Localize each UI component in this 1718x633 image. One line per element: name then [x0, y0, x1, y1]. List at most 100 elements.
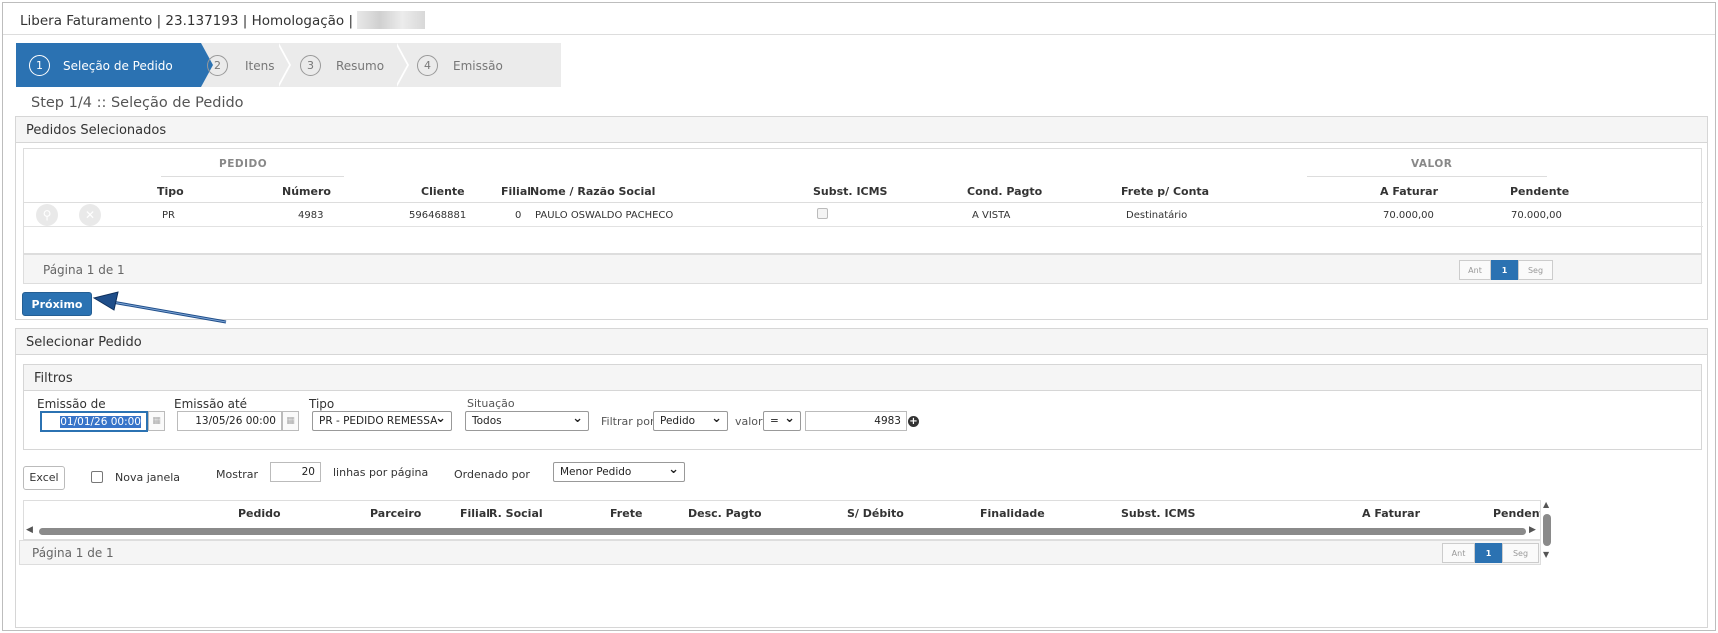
step-number: 3: [300, 55, 321, 76]
linhas-input[interactable]: 20: [270, 462, 321, 482]
vertical-scrollbar[interactable]: ▲ ▼: [1541, 500, 1553, 562]
filters-panel: Filtros Emissão de 01/01/26 00:00 ▦ Emis…: [23, 364, 1702, 450]
cell-nome: PAULO OSWALDO PACHECO: [535, 210, 674, 221]
app-window: Libera Faturamento | 23.137193 | Homolog…: [2, 2, 1716, 631]
col-tipo[interactable]: Tipo: [157, 185, 184, 198]
valor-input[interactable]: 4983: [805, 411, 907, 431]
cell-pendente: 70.000,00: [1511, 210, 1562, 221]
search-icon[interactable]: ⚲: [36, 204, 58, 226]
add-filter-icon[interactable]: +: [908, 416, 919, 427]
step-label: Emissão: [453, 59, 503, 73]
tipo-select[interactable]: PR - PEDIDO REMESSA: [312, 411, 452, 431]
pager: Página 1 de 1 Ant 1 Seg: [23, 254, 1702, 284]
emissao-de-label: Emissão de: [37, 397, 106, 411]
tipo-label: Tipo: [309, 397, 335, 411]
col-filial[interactable]: Filial: [460, 507, 490, 520]
panel-title: Selecionar Pedido: [16, 329, 1707, 355]
calendar-icon[interactable]: ▦: [148, 411, 165, 431]
col-frete[interactable]: Frete: [610, 507, 642, 520]
pager-page-button[interactable]: 1: [1491, 260, 1518, 280]
selected-orders-grid: PEDIDO VALOR Tipo Número Cliente Filial …: [23, 148, 1703, 254]
step-heading: Step 1/4 :: Seleção de Pedido: [31, 95, 244, 111]
scroll-thumb[interactable]: [1543, 514, 1551, 546]
col-pendente[interactable]: Pendente: [1493, 507, 1540, 520]
step-separator-inner: [277, 43, 289, 87]
col-desc-pagto[interactable]: Desc. Pagto: [688, 507, 762, 520]
remove-icon[interactable]: ✕: [79, 204, 101, 226]
col-cond-pagto[interactable]: Cond. Pagto: [967, 185, 1042, 198]
situacao-label: Situação: [467, 397, 515, 410]
step-separator-inner: [395, 43, 407, 87]
table-row[interactable]: ⚲ ✕ PR 4983 596468881 0 PAULO OSWALDO PA…: [24, 203, 1703, 227]
cell-numero: 4983: [298, 210, 324, 221]
annotation-arrow-icon: [92, 291, 227, 324]
subst-icms-checkbox[interactable]: [817, 208, 828, 219]
pager-next-button[interactable]: Seg: [1518, 260, 1553, 280]
pager-prev-button[interactable]: Ant: [1442, 543, 1475, 563]
window-title-bar: Libera Faturamento | 23.137193 | Homolog…: [3, 3, 1715, 35]
orders-grid: Pedido Parceiro Filial R. Social Frete D…: [23, 500, 1541, 540]
col-pendente[interactable]: Pendente: [1510, 185, 1569, 198]
excel-button[interactable]: Excel: [23, 466, 65, 490]
wizard-steps: 1 Seleção de Pedido 2 Itens 3 Resumo 4 E…: [16, 43, 561, 87]
scroll-up-icon[interactable]: ▲: [1543, 500, 1549, 509]
col-filial[interactable]: Filial: [501, 185, 531, 198]
col-a-faturar[interactable]: A Faturar: [1380, 185, 1438, 198]
calendar-icon[interactable]: ▦: [282, 411, 299, 431]
col-cliente[interactable]: Cliente: [421, 185, 465, 198]
scroll-right-icon[interactable]: ▶: [1529, 525, 1536, 535]
emissao-ate-input[interactable]: 13/05/26 00:00: [177, 411, 282, 431]
col-s-debito[interactable]: S/ Débito: [847, 507, 904, 520]
col-a-faturar[interactable]: A Faturar: [1362, 507, 1420, 520]
pager-text: Página 1 de 1: [32, 546, 114, 560]
scroll-down-icon[interactable]: ▼: [1543, 550, 1549, 559]
pager-text: Página 1 de 1: [43, 263, 125, 277]
group-header-valor: VALOR: [1411, 158, 1453, 170]
redacted-user-block: [357, 11, 426, 29]
filters-title: Filtros: [24, 365, 1701, 391]
cell-frete: Destinatário: [1126, 210, 1188, 221]
pager-next-button[interactable]: Seg: [1502, 543, 1539, 563]
situacao-select[interactable]: Todos: [465, 411, 589, 431]
scroll-left-icon[interactable]: ◀: [26, 525, 33, 535]
col-frete[interactable]: Frete p/ Conta: [1121, 185, 1209, 198]
cell-a-faturar: 70.000,00: [1383, 210, 1434, 221]
next-button[interactable]: Próximo: [22, 292, 92, 316]
mostrar-label: Mostrar: [216, 468, 259, 481]
scroll-thumb[interactable]: [39, 528, 1526, 535]
step-label: Itens: [245, 59, 275, 73]
emissao-ate-label: Emissão até: [174, 397, 248, 411]
col-parceiro[interactable]: Parceiro: [370, 507, 421, 520]
col-pedido[interactable]: Pedido: [238, 507, 281, 520]
selected-orders-panel: Pedidos Selecionados PEDIDO VALOR Tipo N…: [15, 116, 1708, 320]
filtrar-por-label: Filtrar por: [601, 415, 655, 428]
window-title: Libera Faturamento | 23.137193 | Homolog…: [20, 13, 354, 29]
pager-prev-button[interactable]: Ant: [1459, 260, 1491, 280]
cell-cliente: 596468881: [409, 210, 467, 221]
col-subst-icms[interactable]: Subst. ICMS: [1121, 507, 1195, 520]
col-nome[interactable]: Nome / Razão Social: [530, 185, 655, 198]
cell-tipo: PR: [162, 210, 175, 221]
horizontal-scrollbar[interactable]: ◀ ▶: [24, 525, 1540, 537]
cell-cond-pagto: A VISTA: [972, 210, 1011, 221]
operator-select[interactable]: =: [763, 411, 801, 431]
nova-janela-checkbox[interactable]: [91, 471, 103, 483]
step-label: Seleção de Pedido: [63, 59, 173, 73]
ordenado-por-select[interactable]: Menor Pedido: [553, 462, 685, 482]
col-numero[interactable]: Número: [282, 185, 331, 198]
emissao-de-input[interactable]: 01/01/26 00:00: [40, 411, 148, 432]
col-subst-icms[interactable]: Subst. ICMS: [813, 185, 887, 198]
filtrar-por-select[interactable]: Pedido: [653, 411, 728, 431]
col-finalidade[interactable]: Finalidade: [980, 507, 1045, 520]
wizard-step-4[interactable]: 4 Emissão: [413, 43, 533, 87]
group-underline: [1307, 176, 1547, 177]
step-number: 1: [29, 55, 50, 76]
col-r-social[interactable]: R. Social: [489, 507, 543, 520]
wizard-step-1[interactable]: 1 Seleção de Pedido: [16, 43, 213, 87]
wizard-step-3[interactable]: 3 Resumo: [296, 43, 406, 87]
linhas-por-pagina-label: linhas por página: [333, 466, 429, 479]
panel-title: Pedidos Selecionados: [16, 117, 1707, 143]
pager-page-button[interactable]: 1: [1475, 543, 1502, 563]
cell-filial: 0: [515, 210, 522, 221]
group-header-pedido: PEDIDO: [219, 158, 268, 170]
